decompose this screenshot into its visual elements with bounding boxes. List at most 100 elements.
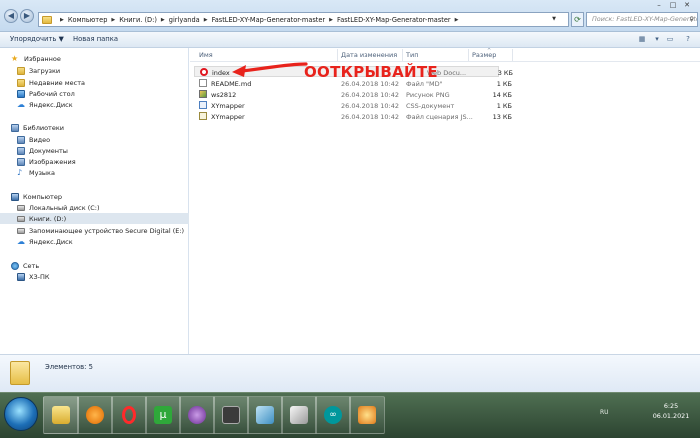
nav-label: Запоминающее устройство Secure Digital (… [29,226,185,235]
tor-icon [188,406,206,424]
view-options-icon[interactable]: ▦ [636,35,648,45]
file-size: 3 КБ [497,69,513,77]
nav-label: ХЗ-ПК [29,272,50,281]
folder-icon [52,406,70,424]
navigation-pane: ★ Избранное Загрузки Недавние места Рабоч… [0,48,189,354]
document-icon [199,79,207,87]
film-icon [222,406,240,424]
nav-pc[interactable]: ХЗ-ПК [0,271,189,282]
back-button[interactable]: ◀ [4,9,18,23]
column-size[interactable]: Размер [472,51,496,59]
address-bar[interactable]: ▶ Компьютер ▶ Книги. (D:) ▶ girlyanda ▶ Fas… [38,12,569,27]
nav-label: Яндекс.Диск [29,100,73,109]
taskbar-paint[interactable] [349,396,385,434]
column-type[interactable]: Тип [406,51,418,59]
column-date[interactable]: Дата изменения [341,51,397,59]
breadcrumb-fastled-1[interactable]: FastLED-XY-Map-Generator-master [212,16,326,24]
nav-documents[interactable]: Документы [0,145,189,156]
organize-button[interactable]: Упорядочить ▼ [10,35,64,43]
minimize-button[interactable]: – [652,0,666,10]
column-divider[interactable] [337,49,338,61]
column-divider[interactable] [402,49,403,61]
documents-icon [17,146,25,155]
drive-icon [17,215,25,222]
nav-drive-c[interactable]: Локальный диск (C:) [0,202,189,213]
nav-libraries[interactable]: Библиотеки [0,122,189,133]
desktop-icon [17,89,25,98]
file-name: ws2812 [211,91,237,99]
nav-video[interactable]: Видео [0,134,189,145]
nav-label: Загрузки [29,66,61,75]
nav-drive-d[interactable]: Книги. (D:) [0,213,189,224]
nav-drive-e[interactable]: Запоминающее устройство Secure Digital (… [0,225,189,236]
preview-pane-icon[interactable]: ▭ [664,35,676,45]
taskbar-film[interactable] [213,396,249,434]
search-input[interactable]: Поиск: FastLED-XY-Map-Generator-... ⚲ [586,12,698,27]
annotation-arrow-icon [232,62,308,77]
sd-card-icon [17,227,25,234]
chevron-right-icon: ▶ [203,16,208,23]
file-size: 14 КБ [492,91,512,99]
column-divider[interactable] [468,49,469,61]
taskbar-images[interactable] [281,396,317,434]
breadcrumb-girlyanda[interactable]: girlyanda [169,16,200,24]
chevron-right-icon: ▶ [454,16,459,23]
close-button[interactable]: ✕ [680,0,694,10]
breadcrumb-computer[interactable]: Компьютер [68,16,108,24]
refresh-button[interactable]: ⟳ [571,12,584,27]
file-name: README.md [211,80,252,88]
nav-desktop[interactable]: Рабочий стол [0,88,189,99]
column-name[interactable]: Имя [199,51,213,59]
clock-date: 06.01.2021 [652,412,690,420]
images-icon [17,157,25,166]
js-icon [199,112,207,120]
column-divider[interactable] [512,49,513,61]
help-icon[interactable]: ? [682,35,694,45]
taskbar-utorrent[interactable]: µ [145,396,181,434]
breadcrumb-fastled-2[interactable]: FastLED-XY-Map-Generator-master [337,16,451,24]
image-icon [199,90,207,98]
tray-language[interactable]: RU [600,409,609,416]
taskbar-explorer[interactable] [43,396,79,434]
nav-favorites[interactable]: ★ Избранное [0,53,189,64]
file-row[interactable]: XYmapper 26.04.2018 10:42 Файл сценария … [194,111,512,122]
breadcrumb-drive-d[interactable]: Книги. (D:) [119,16,157,24]
computer-icon [17,272,25,281]
nav-label: Яндекс.Диск [29,237,73,246]
file-date: 26.04.2018 10:42 [341,91,400,99]
file-row[interactable]: ws2812 26.04.2018 10:42 Рисунок PNG 14 К… [194,89,512,100]
address-bar-area: ◀ ▶ ▶ Компьютер ▶ Книги. (D:) ▶ girlyanda ▶… [0,0,700,32]
taskbar-tor[interactable] [179,396,215,434]
cloud-icon: ☁ [17,99,25,109]
maximize-button[interactable]: □ [666,0,680,10]
nav-computer[interactable]: Компьютер [0,191,189,202]
forward-button[interactable]: ▶ [20,9,34,23]
file-type: Рисунок PNG [406,91,450,99]
chevron-right-icon: ▶ [60,16,64,23]
taskbar-app[interactable] [247,396,283,434]
taskbar-media-player[interactable] [77,396,113,434]
nav-network[interactable]: Сеть [0,260,189,271]
nav-label: Локальный диск (C:) [29,203,100,212]
search-icon[interactable]: ⚲ [689,13,694,26]
details-pane: Элементов: 5 [0,354,700,392]
opera-icon [122,406,136,424]
nav-downloads[interactable]: Загрузки [0,65,189,76]
nav-yandex-disk[interactable]: ☁ Яндекс.Диск [0,99,189,110]
file-date: 26.04.2018 10:42 [341,102,400,110]
start-button[interactable] [4,397,38,431]
chevron-down-icon[interactable]: ▾ [651,35,663,45]
nav-images[interactable]: Изображения [0,156,189,167]
taskbar-opera[interactable] [111,396,147,434]
nav-recent[interactable]: Недавние места [0,77,189,88]
new-folder-button[interactable]: Новая папка [73,35,118,43]
clock[interactable]: 6:25 06.01.2021 [648,401,694,421]
file-size: 1 КБ [496,102,512,110]
nav-yandex-disk-2[interactable]: ☁ Яндекс.Диск [0,236,189,247]
nav-music[interactable]: ♪ Музыка [0,167,189,178]
nav-label: Рабочий стол [29,89,75,98]
file-row[interactable]: XYmapper 26.04.2018 10:42 CSS-документ 1… [194,100,512,111]
folder-icon [10,361,30,385]
taskbar-arduino[interactable]: ∞ [315,396,351,434]
chevron-down-icon[interactable]: ▼ [552,16,556,22]
